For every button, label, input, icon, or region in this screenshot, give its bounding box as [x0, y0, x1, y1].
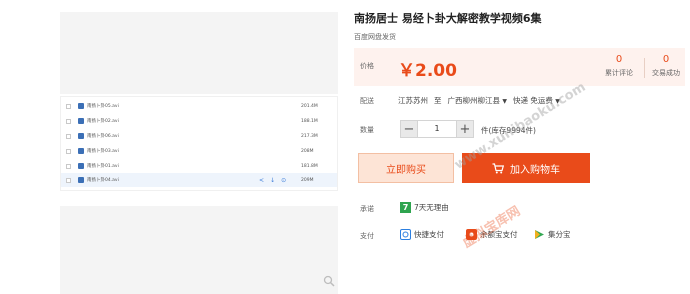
video-file-icon [78, 133, 84, 139]
pay-method-label: 集分宝 [548, 230, 571, 239]
checkbox [66, 103, 71, 109]
file-name: 南扬卜卦04.avi [87, 178, 119, 183]
pay-method-label: 快捷支付 [414, 230, 444, 239]
deals-label: 交易成功 [652, 69, 680, 77]
product-subtitle: 百度网盘发货 [354, 33, 396, 41]
file-actions: < ↓ ⊙ [259, 177, 286, 184]
file-size: 209M [301, 177, 314, 183]
deals-stat: 0 交易成功 [646, 54, 686, 78]
shipping-info: 江苏苏州 至 广西柳州柳江县 ▼ 快递 免运费 ▼ [398, 95, 560, 106]
checkbox [66, 118, 71, 124]
stat-divider [644, 58, 645, 78]
promise-text: 7天无理由 [414, 203, 449, 212]
file-row: 南扬卜卦05.avi 201.4M [61, 99, 337, 113]
deals-count: 0 [662, 54, 670, 65]
video-file-icon [78, 177, 84, 183]
pay-method-yuebao[interactable]: 余额宝支付 [466, 229, 518, 240]
add-to-cart-button[interactable]: 加入购物车 [462, 153, 590, 183]
file-row: 南扬卜卦02.avi 188.1M [61, 114, 337, 128]
video-file-icon [78, 103, 84, 109]
ship-destination: 广西柳州柳江县 [447, 96, 501, 105]
payment-label: 支付 [360, 232, 374, 240]
more-icon: ⊙ [281, 176, 287, 184]
checkbox [66, 133, 71, 139]
quantity-stepper: − 1 + [400, 120, 474, 138]
file-size: 201.4M [301, 103, 318, 109]
review-count: 0 [615, 54, 623, 65]
review-label: 累计评论 [605, 69, 633, 77]
video-file-icon [78, 118, 84, 124]
ship-to-word: 至 [434, 96, 442, 105]
quantity-label: 数量 [360, 126, 374, 134]
file-list-screenshot: 南扬卜卦05.avi 201.4M 南扬卜卦02.avi 188.1M 南扬卜卦… [60, 96, 338, 191]
checkbox [66, 177, 71, 183]
cart-icon [492, 162, 504, 173]
promise-item[interactable]: 7 7天无理由 [400, 202, 449, 213]
increment-button[interactable]: + [456, 120, 474, 138]
chevron-down-icon: ▼ [555, 98, 560, 105]
file-row: 南扬卜卦03.avi 208M [61, 144, 337, 158]
price-label: 价格 [360, 62, 374, 70]
file-size: 217.3M [301, 133, 318, 139]
file-size: 181.8M [301, 163, 318, 169]
share-icon: < [259, 176, 265, 184]
quick-pay-icon [400, 229, 411, 240]
product-title: 南扬居士 易经卜卦大解密教学视频6集 [354, 12, 542, 25]
file-row: 南扬卜卦06.avi 217.3M [61, 129, 337, 143]
product-image-top [60, 12, 338, 94]
file-size: 208M [301, 148, 314, 154]
file-row: 南扬卜卦01.avi 181.8M [61, 159, 337, 173]
ship-from: 江苏苏州 [398, 96, 428, 105]
file-name: 南扬卜卦01.avi [87, 164, 119, 169]
add-to-cart-label: 加入购物车 [510, 164, 560, 176]
quantity-input[interactable]: 1 [418, 120, 456, 138]
video-file-icon [78, 148, 84, 154]
ship-method: 快递 免运费 [513, 96, 553, 105]
pay-method-jifenbao[interactable]: 集分宝 [534, 229, 571, 240]
watermark-brand: 虚拟宝库网 [460, 203, 524, 252]
seven-day-icon: 7 [400, 202, 411, 213]
price-box: 价格 ￥2.00 0 累计评论 0 交易成功 [354, 48, 685, 86]
file-name: 南扬卜卦02.avi [87, 119, 119, 124]
ship-destination-select[interactable]: 广西柳州柳江县 ▼ [448, 95, 508, 106]
review-stat[interactable]: 0 累计评论 [599, 54, 639, 78]
checkbox [66, 163, 71, 169]
yuebao-icon [466, 229, 477, 240]
file-row-selected: 南扬卜卦04.avi < ↓ ⊙ 209M [61, 173, 337, 187]
file-name: 南扬卜卦06.avi [87, 134, 119, 139]
jifenbao-icon [534, 229, 545, 240]
shipping-label: 配送 [360, 97, 374, 105]
buy-now-button[interactable]: 立即购买 [358, 153, 454, 183]
stock-text: 件(库存9994件) [481, 126, 536, 135]
video-file-icon [78, 163, 84, 169]
price-value: ￥2.00 [398, 61, 457, 81]
pay-method-label: 余额宝支付 [480, 230, 518, 239]
download-icon: ↓ [270, 176, 276, 184]
file-size: 188.1M [301, 118, 318, 124]
file-name: 南扬卜卦03.avi [87, 149, 119, 154]
checkbox [66, 148, 71, 154]
zoom-icon[interactable] [323, 275, 335, 287]
decrement-button[interactable]: − [400, 120, 418, 138]
promise-label: 承诺 [360, 205, 374, 213]
pay-method-quick[interactable]: 快捷支付 [400, 229, 444, 240]
chevron-down-icon: ▼ [502, 98, 508, 105]
file-name: 南扬卜卦05.avi [87, 104, 119, 109]
product-image-bottom[interactable] [60, 206, 338, 294]
ship-method-select[interactable]: 快递 免运费 ▼ [513, 95, 560, 106]
